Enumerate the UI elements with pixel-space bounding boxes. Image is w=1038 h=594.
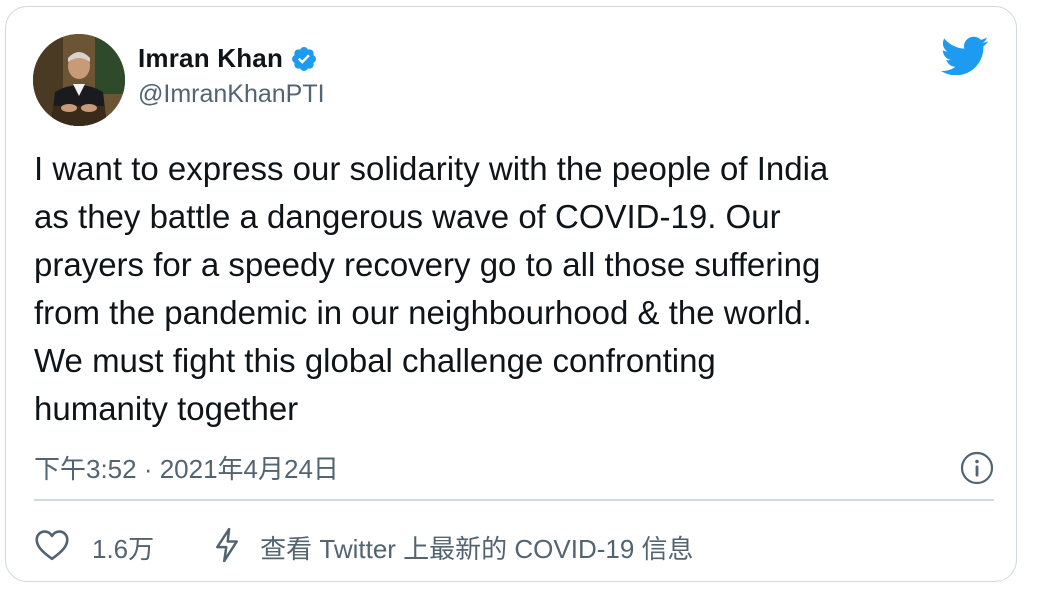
author-name[interactable]: Imran Khan — [138, 43, 283, 74]
tweet-text: I want to express our solidarity with th… — [34, 145, 994, 433]
covid-info-link[interactable]: 查看 Twitter 上最新的 COVID-19 信息 — [214, 527, 694, 568]
tweet-line: We must fight this global challenge conf… — [34, 342, 716, 379]
divider — [34, 499, 994, 501]
tweet-line: I want to express our solidarity with th… — [34, 150, 829, 187]
author-name-row[interactable]: Imran Khan — [138, 43, 318, 74]
twitter-bird-icon[interactable] — [939, 35, 989, 77]
action-bar: 1.6万 查看 Twitter 上最新的 COVID-19 信息 — [34, 527, 694, 568]
avatar-image — [33, 34, 125, 126]
heart-icon[interactable] — [34, 529, 70, 566]
lightning-icon — [214, 527, 240, 568]
like-count: 1.6万 — [92, 534, 155, 564]
tweet-card: Imran Khan @ImranKhanPTI I want to expre… — [5, 6, 1017, 582]
tweet-line: as they battle a dangerous wave of COVID… — [34, 198, 781, 235]
like-button[interactable]: 1.6万 — [34, 529, 154, 566]
meta-row: 下午3:52 · 2021年4月24日 — [34, 449, 994, 486]
tweet-line: prayers for a speedy recovery go to all … — [34, 246, 821, 283]
timestamp-link[interactable]: 下午3:52 · 2021年4月24日 — [34, 449, 339, 486]
author-handle[interactable]: @ImranKhanPTI — [138, 80, 325, 109]
covid-info-label[interactable]: 查看 Twitter 上最新的 COVID-19 信息 — [260, 529, 693, 566]
tweet-line: humanity together — [34, 390, 299, 427]
verified-badge-icon — [290, 45, 318, 73]
tweet-line: from the pandemic in our neighbourhood &… — [34, 294, 812, 331]
avatar[interactable] — [33, 34, 125, 126]
info-icon[interactable] — [960, 451, 994, 485]
